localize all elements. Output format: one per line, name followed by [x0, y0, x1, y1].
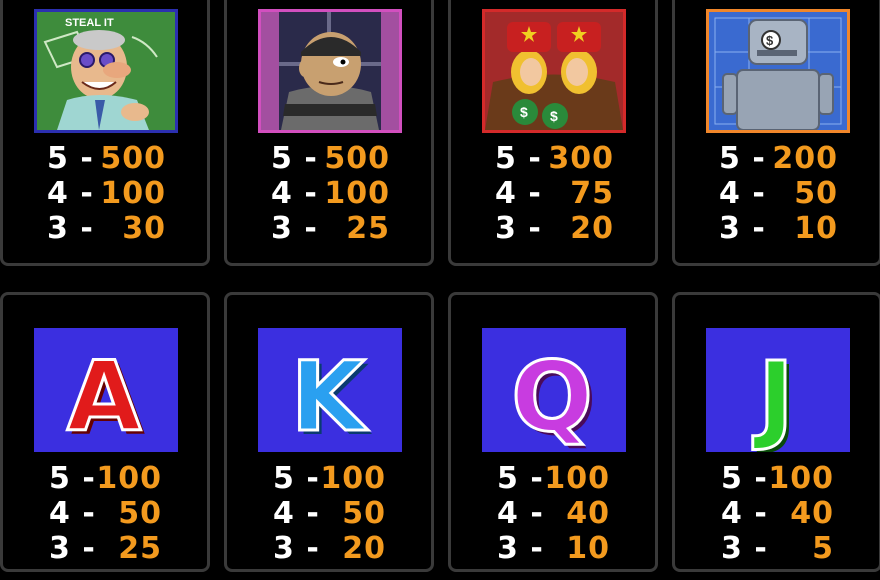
- pay-amount: 100: [768, 461, 834, 496]
- pay-row: 5 - 100: [451, 461, 655, 496]
- pay-amount: 10: [566, 531, 610, 566]
- pay-row: 5 - 200: [675, 141, 879, 176]
- pay-amount: 20: [570, 211, 614, 246]
- pay-row: 4 - 100: [227, 176, 431, 211]
- pay-amount: 25: [346, 211, 390, 246]
- pay-amount: 100: [100, 176, 166, 211]
- pay-amount: 40: [790, 496, 834, 531]
- pay-row: 4 - 100: [3, 176, 207, 211]
- pay-amount: 5: [812, 531, 834, 566]
- svg-text:$: $: [520, 104, 528, 120]
- letter-k-glyph: K: [291, 341, 369, 452]
- svg-text:$: $: [550, 108, 558, 124]
- letter-j-glyph: J: [752, 341, 794, 452]
- pay-row: 4 - 50: [227, 496, 431, 531]
- scientist-symbol-icon: STEAL IT: [34, 9, 178, 133]
- pay-amount: 25: [118, 531, 162, 566]
- pay-amount: 30: [122, 211, 166, 246]
- letter-j-symbol-icon: J J: [706, 328, 850, 452]
- paytable-robot: 5 - 200 4 - 50 3 - 10: [675, 141, 879, 246]
- pay-amount: 50: [118, 496, 162, 531]
- paytable-scientist: 5 - 500 4 - 100 3 - 30: [3, 141, 207, 246]
- pay-amount: 10: [794, 211, 838, 246]
- pay-amount: 500: [100, 141, 166, 176]
- paytable-twins: 5 - 300 4 - 75 3 - 20: [451, 141, 655, 246]
- paytable-letter-q: 5 - 100 4 - 40 3 - 10: [451, 461, 655, 566]
- paytable-panel-letter-a: A A 5 - 100 4 - 50 3 - 25: [0, 292, 210, 572]
- paytable-panel-letter-q: Q Q 5 - 100 4 - 40 3 - 10: [448, 292, 658, 572]
- pay-amount: 500: [324, 141, 390, 176]
- pay-amount: 100: [324, 176, 390, 211]
- pay-amount: 40: [566, 496, 610, 531]
- pay-amount: 300: [548, 141, 614, 176]
- pay-row: 3 - 25: [227, 211, 431, 246]
- letter-q-symbol-icon: Q Q: [482, 328, 626, 452]
- pay-row: 5 - 100: [675, 461, 879, 496]
- pay-amount: 100: [320, 461, 386, 496]
- pay-amount: 100: [544, 461, 610, 496]
- pay-amount: 50: [794, 176, 838, 211]
- letter-q-glyph: Q: [511, 341, 593, 452]
- pay-row: 5 - 100: [227, 461, 431, 496]
- pay-row: 3 - 20: [227, 531, 431, 566]
- pay-row: 4 - 50: [3, 496, 207, 531]
- paytable-panel-twins: $ $ 5 - 300 4 - 75 3 - 20: [448, 0, 658, 266]
- letter-k-symbol-icon: K K: [258, 328, 402, 452]
- paytable-panel-letter-k: K K 5 - 100 4 - 50 3 - 20: [224, 292, 434, 572]
- letter-a-glyph: A: [67, 341, 141, 452]
- pay-row: 5 - 500: [3, 141, 207, 176]
- pay-row: 3 - 10: [451, 531, 655, 566]
- paytable-panel-letter-j: J J 5 - 100 4 - 40 3 - 5: [672, 292, 880, 572]
- paytable-panel-robot: $ 5 - 200 4 - 50 3 - 10: [672, 0, 880, 266]
- pay-amount: 75: [570, 176, 614, 211]
- scientist-board-text: STEAL IT: [65, 17, 114, 29]
- pay-row: 4 - 75: [451, 176, 655, 211]
- paytable-panel-robber: 5 - 500 4 - 100 3 - 25: [224, 0, 434, 266]
- pay-row: 3 - 25: [3, 531, 207, 566]
- paytable-robber: 5 - 500 4 - 100 3 - 25: [227, 141, 431, 246]
- pay-row: 5 - 500: [227, 141, 431, 176]
- pay-row: 5 - 100: [3, 461, 207, 496]
- pay-row: 4 - 40: [675, 496, 879, 531]
- paytable-letter-k: 5 - 100 4 - 50 3 - 20: [227, 461, 431, 566]
- robber-symbol-icon: [258, 9, 402, 133]
- pay-row: 5 - 300: [451, 141, 655, 176]
- pay-amount: 200: [772, 141, 838, 176]
- paytable-letter-j: 5 - 100 4 - 40 3 - 5: [675, 461, 879, 566]
- robot-symbol-icon: $: [706, 9, 850, 133]
- pay-amount: 100: [96, 461, 162, 496]
- pay-row: 3 - 30: [3, 211, 207, 246]
- pay-amount: 20: [342, 531, 386, 566]
- pay-row: 3 - 20: [451, 211, 655, 246]
- svg-text:$: $: [766, 33, 774, 48]
- pay-row: 4 - 50: [675, 176, 879, 211]
- paytable-letter-a: 5 - 100 4 - 50 3 - 25: [3, 461, 207, 566]
- pay-row: 3 - 10: [675, 211, 879, 246]
- twins-symbol-icon: $ $: [482, 9, 626, 133]
- pay-amount: 50: [342, 496, 386, 531]
- paytable-panel-scientist: STEAL IT 5 - 500 4 - 100 3 - 30: [0, 0, 210, 266]
- pay-row: 3 - 5: [675, 531, 879, 566]
- pay-row: 4 - 40: [451, 496, 655, 531]
- letter-a-symbol-icon: A A: [34, 328, 178, 452]
